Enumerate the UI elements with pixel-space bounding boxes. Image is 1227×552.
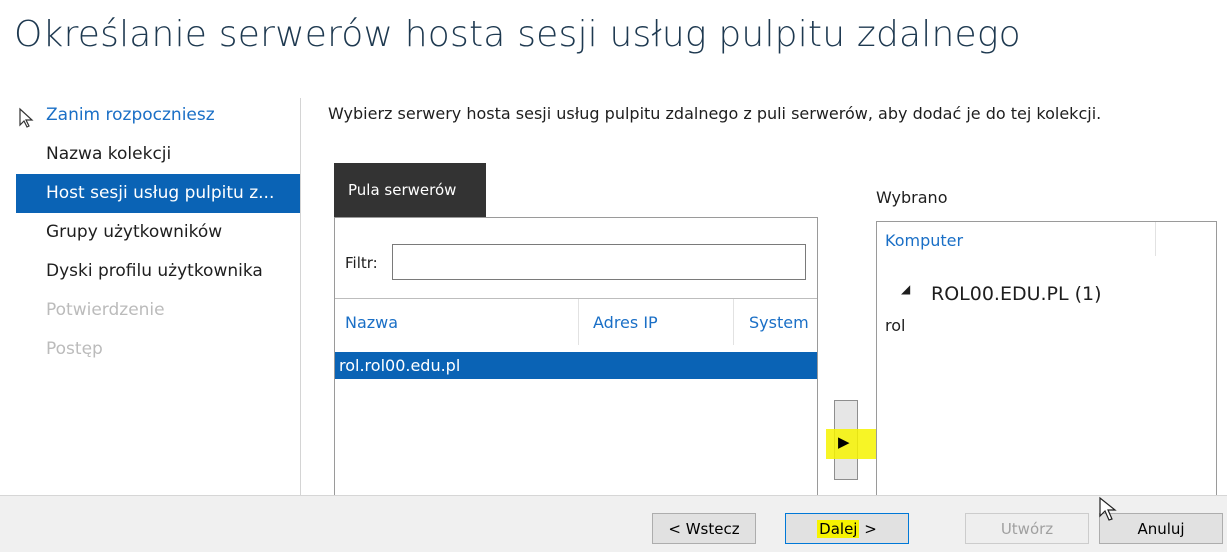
wizard-footer: < Wstecz Dalej > Utwórz Anuluj [0, 495, 1227, 552]
selected-servers-panel: Komputer ◢ ROL00.EDU.PL (1) rol [876, 221, 1217, 507]
instruction-text: Wybierz serwery hosta sesji usług pulpit… [328, 104, 1102, 123]
nav-item-confirmation: Potwierdzenie [46, 300, 165, 320]
column-divider[interactable] [1155, 222, 1156, 256]
nav-item-collection-name[interactable]: Nazwa kolekcji [16, 135, 300, 174]
nav-item-progress: Postęp [46, 339, 103, 359]
column-divider[interactable] [578, 299, 579, 345]
add-button-highlight [826, 429, 876, 459]
column-header-name[interactable]: Nazwa [345, 313, 398, 332]
create-button: Utwórz [965, 513, 1089, 544]
back-button[interactable]: < Wstecz [652, 513, 756, 544]
next-button[interactable]: Dalej > [785, 513, 909, 544]
tab-server-pool-label: Pula serwerów [348, 181, 457, 199]
server-row[interactable]: rol.rol00.edu.pl [335, 352, 817, 379]
nav-item-rd-session-host[interactable]: Host sesji usług pulpitu z... [16, 174, 300, 213]
tab-server-pool[interactable]: Pula serwerów [334, 163, 486, 217]
filter-label: Filtr: [345, 254, 378, 272]
column-divider[interactable] [733, 299, 734, 345]
next-button-arrow: > [859, 520, 877, 538]
selected-server-item[interactable]: rol [885, 316, 905, 335]
nav-item-before-you-begin[interactable]: Zanim rozpoczniesz [16, 96, 300, 135]
collapse-triangle-icon[interactable]: ◢ [901, 282, 910, 296]
nav-item-user-groups[interactable]: Grupy użytkowników [16, 213, 300, 252]
selected-label: Wybrano [876, 188, 948, 207]
page-title: Określanie serwerów hosta sesji usług pu… [14, 14, 1021, 55]
server-pool-panel: Filtr: Nazwa Adres IP System rol.rol00.e… [334, 217, 818, 507]
server-pool-header: Nazwa Adres IP System [335, 299, 817, 345]
mouse-cursor-icon [1099, 496, 1117, 521]
filter-area: Filtr: [335, 218, 817, 299]
next-button-label: Dalej [817, 520, 860, 538]
server-row-name: rol.rol00.edu.pl [339, 356, 461, 375]
column-header-system[interactable]: System [749, 313, 809, 332]
nav-divider [300, 98, 301, 496]
column-header-computer[interactable]: Komputer [885, 231, 963, 250]
column-header-ip[interactable]: Adres IP [593, 313, 658, 332]
wizard-nav: Zanim rozpoczniesz Nazwa kolekcji Host s… [16, 96, 300, 369]
current-step-arrow-icon [19, 107, 34, 128]
arrow-right-icon: ▶ [838, 433, 850, 451]
nav-item-user-profile-disks[interactable]: Dyski profilu użytkownika [16, 252, 300, 291]
domain-group-label[interactable]: ROL00.EDU.PL (1) [931, 283, 1102, 305]
filter-input[interactable] [392, 244, 806, 280]
